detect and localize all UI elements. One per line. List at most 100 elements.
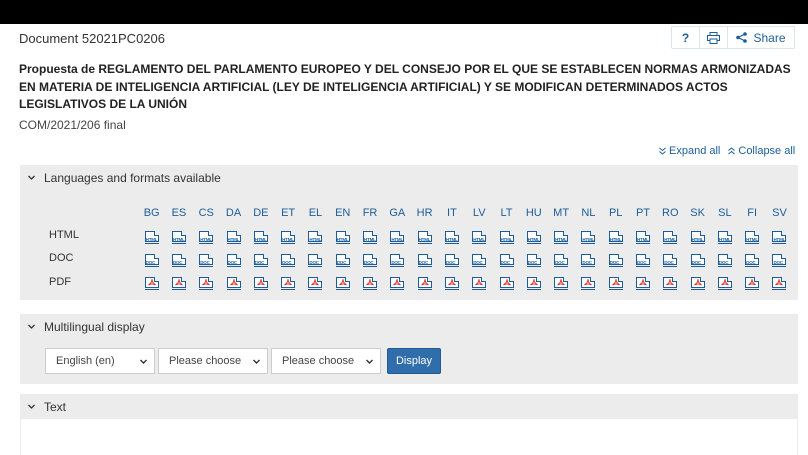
pdf-link-da[interactable] [220, 277, 247, 291]
doc-link-it[interactable]: DOC [438, 254, 465, 268]
document-title: Propuesta de REGLAMENTO DEL PARLAMENTO E… [19, 62, 791, 111]
doc-file-icon: DOC [745, 254, 760, 268]
doc-link-pt[interactable]: DOC [629, 254, 656, 268]
doc-link-hr[interactable]: DOC [411, 254, 438, 268]
language-code-ga: GA [389, 207, 406, 219]
pdf-link-hr[interactable] [411, 277, 438, 291]
html-link-de[interactable]: HTML [247, 231, 274, 245]
pdf-link-cs[interactable] [193, 277, 220, 291]
doc-link-sl[interactable]: DOC [711, 254, 738, 268]
doc-file-icon: DOC [717, 254, 732, 268]
pdf-link-en[interactable] [329, 277, 356, 291]
html-link-lv[interactable]: HTML [466, 231, 493, 245]
pdf-link-nl[interactable] [575, 277, 602, 291]
expand-all-link[interactable]: Expand all [659, 145, 720, 157]
html-link-da[interactable]: HTML [220, 231, 247, 245]
doc-link-el[interactable]: DOC [302, 254, 329, 268]
pdf-link-lt[interactable] [493, 277, 520, 291]
pdf-link-es[interactable] [165, 277, 192, 291]
doc-link-nl[interactable]: DOC [575, 254, 602, 268]
html-link-cs[interactable]: HTML [193, 231, 220, 245]
doc-link-fi[interactable]: DOC [739, 254, 766, 268]
languages-panel-header[interactable]: Languages and formats available [20, 165, 798, 190]
html-link-fi[interactable]: HTML [739, 231, 766, 245]
pdf-link-hu[interactable] [520, 277, 547, 291]
doc-link-pl[interactable]: DOC [602, 254, 629, 268]
pdf-link-mt[interactable] [547, 277, 574, 291]
pdf-link-pl[interactable] [602, 277, 629, 291]
html-link-fr[interactable]: HTML [356, 231, 383, 245]
multilingual-panel-header[interactable]: Multilingual display [20, 314, 798, 339]
doc-link-en[interactable]: DOC [329, 254, 356, 268]
pdf-link-el[interactable] [302, 277, 329, 291]
doc-link-ro[interactable]: DOC [657, 254, 684, 268]
print-button[interactable] [700, 27, 728, 48]
language-code-da: DA [225, 207, 242, 219]
doc-link-lv[interactable]: DOC [466, 254, 493, 268]
doc-file-icon: DOC [772, 254, 787, 268]
pdf-link-fi[interactable] [739, 277, 766, 291]
html-link-pt[interactable]: HTML [629, 231, 656, 245]
pdf-link-it[interactable] [438, 277, 465, 291]
doc-link-cs[interactable]: DOC [193, 254, 220, 268]
language-code-it: IT [447, 207, 457, 219]
collapse-all-link[interactable]: Collapse all [728, 145, 795, 157]
pdf-link-de[interactable] [247, 277, 274, 291]
html-link-es[interactable]: HTML [165, 231, 192, 245]
display-button[interactable]: Display [387, 348, 441, 374]
html-link-hu[interactable]: HTML [520, 231, 547, 245]
doc-link-fr[interactable]: DOC [356, 254, 383, 268]
html-link-hr[interactable]: HTML [411, 231, 438, 245]
doc-link-lt[interactable]: DOC [493, 254, 520, 268]
multilingual-display-panel: Multilingual display English (en) Please… [20, 314, 798, 384]
doc-file-icon: DOC [363, 254, 378, 268]
pdf-file-icon [335, 277, 350, 291]
html-link-ro[interactable]: HTML [657, 231, 684, 245]
doc-link-et[interactable]: DOC [274, 254, 301, 268]
language-select-1[interactable]: English (en) [45, 348, 155, 374]
share-button[interactable]: Share [728, 27, 794, 48]
html-file-icon: HTML [526, 231, 541, 245]
pdf-link-ga[interactable] [384, 277, 411, 291]
html-link-sl[interactable]: HTML [711, 231, 738, 245]
pdf-link-et[interactable] [274, 277, 301, 291]
pdf-link-lv[interactable] [466, 277, 493, 291]
pdf-link-bg[interactable] [138, 277, 165, 291]
language-select-3-value: Please choose [282, 355, 355, 367]
format-label-doc: DOC [49, 252, 74, 264]
help-button[interactable]: ? [672, 27, 700, 48]
html-link-it[interactable]: HTML [438, 231, 465, 245]
doc-link-es[interactable]: DOC [165, 254, 192, 268]
html-link-pl[interactable]: HTML [602, 231, 629, 245]
html-link-en[interactable]: HTML [329, 231, 356, 245]
doc-link-de[interactable]: DOC [247, 254, 274, 268]
html-link-et[interactable]: HTML [274, 231, 301, 245]
html-link-ga[interactable]: HTML [384, 231, 411, 245]
pdf-link-sk[interactable] [684, 277, 711, 291]
pdf-link-sl[interactable] [711, 277, 738, 291]
doc-link-hu[interactable]: DOC [520, 254, 547, 268]
chevron-down-icon [253, 359, 260, 364]
pdf-link-fr[interactable] [356, 277, 383, 291]
html-link-sv[interactable]: HTML [766, 231, 793, 245]
pdf-link-ro[interactable] [657, 277, 684, 291]
language-select-3[interactable]: Please choose [271, 348, 381, 374]
text-panel-header[interactable]: Text [20, 394, 798, 419]
html-link-el[interactable]: HTML [302, 231, 329, 245]
doc-link-da[interactable]: DOC [220, 254, 247, 268]
doc-link-mt[interactable]: DOC [547, 254, 574, 268]
multilingual-panel-title: Multilingual display [44, 319, 145, 334]
html-link-lt[interactable]: HTML [493, 231, 520, 245]
doc-link-sk[interactable]: DOC [684, 254, 711, 268]
doc-link-bg[interactable]: DOC [138, 254, 165, 268]
doc-link-sv[interactable]: DOC [766, 254, 793, 268]
html-link-mt[interactable]: HTML [547, 231, 574, 245]
html-link-bg[interactable]: HTML [138, 231, 165, 245]
pdf-link-pt[interactable] [629, 277, 656, 291]
doc-link-ga[interactable]: DOC [384, 254, 411, 268]
html-link-sk[interactable]: HTML [684, 231, 711, 245]
language-select-2[interactable]: Please choose [158, 348, 268, 374]
pdf-link-sv[interactable] [766, 277, 793, 291]
html-link-nl[interactable]: HTML [575, 231, 602, 245]
html-file-icon: HTML [717, 231, 732, 245]
